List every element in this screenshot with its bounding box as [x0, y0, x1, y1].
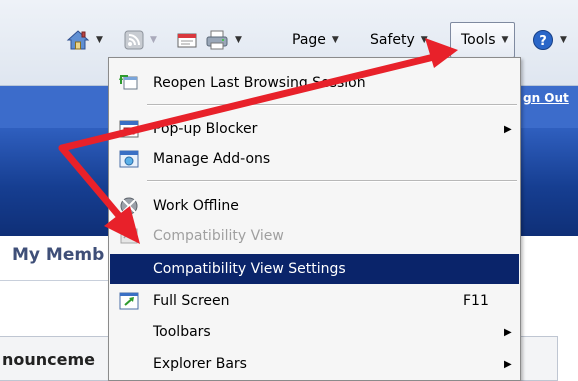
annotation-arrows: [58, 38, 458, 244]
annotation-arrow-to-tools: [58, 38, 458, 152]
annotation-arrow-to-compatibility-view-settings: [58, 144, 140, 244]
